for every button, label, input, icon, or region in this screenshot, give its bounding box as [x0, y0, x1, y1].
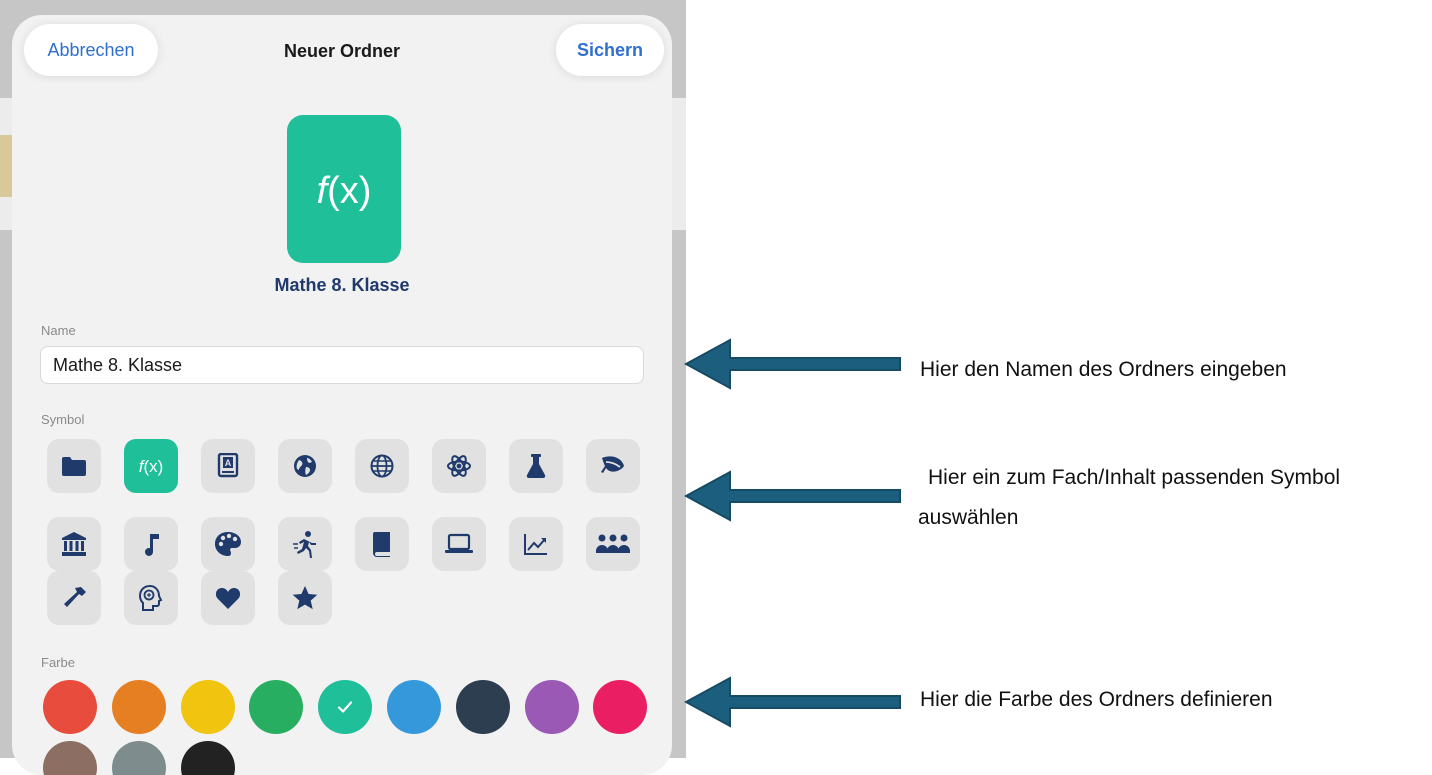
- symbol-heart[interactable]: [201, 571, 255, 625]
- color-swatch[interactable]: [111, 680, 166, 734]
- function-icon: f(x): [139, 457, 164, 476]
- symbol-world-grid[interactable]: [355, 439, 409, 493]
- symbol-leaf[interactable]: [586, 439, 640, 493]
- bank-icon: [62, 532, 86, 556]
- symbol-group[interactable]: [586, 517, 640, 571]
- save-button[interactable]: Sichern: [556, 24, 664, 76]
- symbol-music[interactable]: [124, 517, 178, 571]
- symbol-function[interactable]: f(x): [124, 439, 178, 493]
- svg-text:f(x): f(x): [139, 457, 164, 476]
- color-hint-text: Hier die Farbe des Ordners definieren: [920, 688, 1273, 711]
- color-swatch[interactable]: [180, 680, 235, 734]
- checkmark-icon: [338, 701, 353, 713]
- book-icon: [373, 532, 390, 557]
- symbol-hint-line2: auswählen: [918, 506, 1019, 529]
- palette-icon: [215, 532, 241, 556]
- color-swatch[interactable]: [43, 741, 97, 775]
- color-swatch[interactable]: [455, 680, 510, 734]
- name-input[interactable]: [40, 346, 644, 384]
- svg-text:f(x): f(x): [317, 170, 372, 212]
- folder-preview: f(x): [287, 115, 401, 263]
- symbol-palette[interactable]: [201, 517, 255, 571]
- color-swatch[interactable]: [524, 680, 579, 734]
- group-icon: [596, 534, 630, 553]
- symbol-label: Symbol: [41, 412, 85, 427]
- symbol-globe[interactable]: [278, 439, 332, 493]
- color-swatch[interactable]: [318, 680, 373, 734]
- preview-folder-name: Mathe 8. Klasse: [274, 275, 410, 295]
- symbol-hint-line1: Hier ein zum Fach/Inhalt passenden Symbo…: [928, 466, 1341, 489]
- symbol-bank[interactable]: [47, 517, 101, 571]
- color-swatch[interactable]: [593, 680, 648, 734]
- symbol-star[interactable]: [278, 571, 332, 625]
- brain-icon: [138, 584, 163, 611]
- name-label: Name: [41, 323, 76, 338]
- dictionary-book-icon: A: [217, 453, 239, 478]
- leaf-icon: [601, 456, 624, 473]
- chart-icon: [524, 534, 547, 555]
- arrow-name-hint: [684, 338, 901, 390]
- symbol-chart[interactable]: [509, 517, 563, 571]
- svg-text:A: A: [225, 458, 232, 468]
- color-swatch[interactable]: [249, 680, 304, 734]
- color-swatch[interactable]: [387, 680, 441, 734]
- symbol-laptop[interactable]: [432, 517, 486, 571]
- color-swatch[interactable]: [111, 741, 166, 775]
- color-swatch[interactable]: [180, 741, 235, 775]
- laptop-icon: [445, 533, 473, 553]
- star-icon: [292, 586, 318, 610]
- name-hint-text: Hier den Namen des Ordners eingeben: [920, 358, 1287, 381]
- atom-icon: [447, 455, 471, 477]
- color-swatch[interactable]: [43, 680, 97, 734]
- running-icon: [293, 531, 316, 558]
- symbol-flask[interactable]: [509, 439, 563, 493]
- color-label: Farbe: [41, 655, 75, 670]
- music-note-icon: [145, 534, 159, 556]
- symbol-folder[interactable]: [47, 439, 101, 493]
- symbol-book[interactable]: [355, 517, 409, 571]
- arrow-symbol-hint: [684, 470, 901, 522]
- symbol-atom[interactable]: [432, 439, 486, 493]
- symbol-running[interactable]: [278, 517, 332, 571]
- arrow-color-hint: [684, 676, 901, 728]
- symbol-dictionary[interactable]: A: [201, 439, 255, 493]
- heart-icon: [215, 588, 241, 609]
- flask-icon: [526, 454, 546, 479]
- folder-icon: [62, 457, 86, 476]
- globe-icon: [294, 455, 316, 477]
- symbol-brain[interactable]: [124, 571, 178, 625]
- hammer-icon: [64, 587, 86, 607]
- symbol-hammer[interactable]: [47, 571, 101, 625]
- world-grid-icon: [370, 454, 394, 478]
- function-icon: f(x): [317, 170, 372, 212]
- new-folder-sheet: Abbrechen Neuer Ordner Sichern f(x) Math…: [12, 15, 672, 775]
